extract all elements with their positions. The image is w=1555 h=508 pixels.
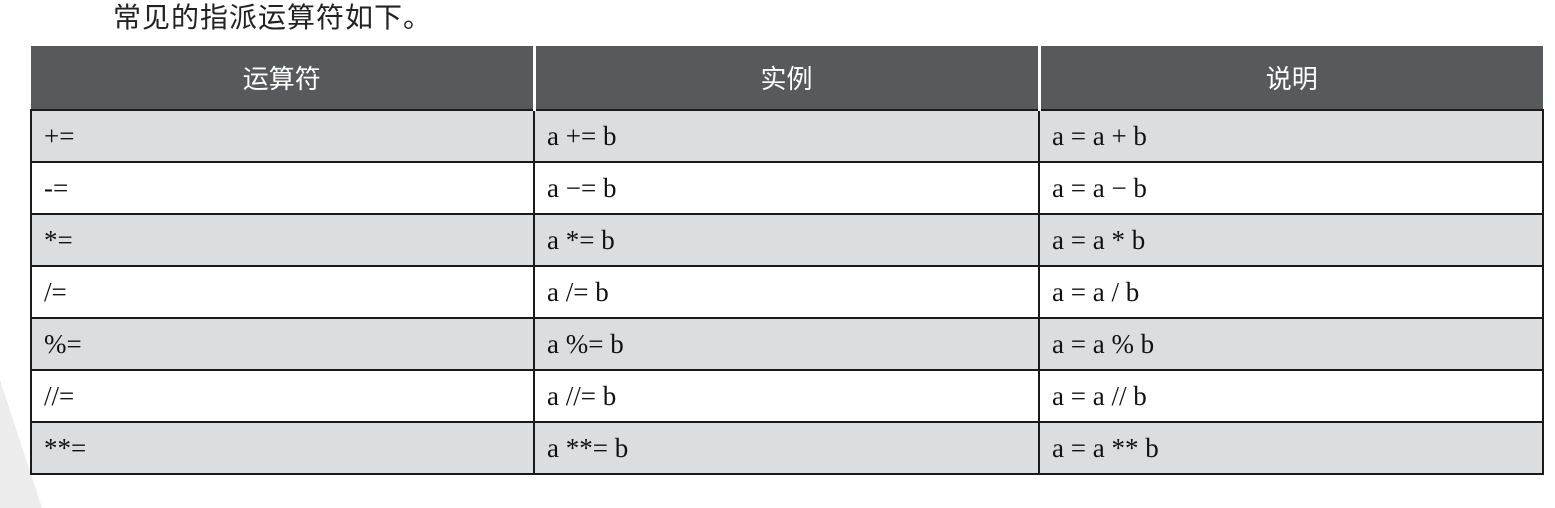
intro-text: 常见的指派运算符如下。	[113, 1, 433, 34]
table-header-row: 运算符 实例 说明	[31, 46, 1543, 110]
table-row: -= a −= b a = a − b	[30, 162, 1544, 215]
table-row: **= a **= b a = a ** b	[30, 422, 1544, 475]
header-example: 实例	[532, 46, 1039, 110]
operator-cell: %=	[30, 318, 535, 371]
example-cell: a %= b	[533, 318, 1040, 371]
example-cell: a //= b	[533, 370, 1040, 423]
meaning-cell: a = a // b	[1038, 370, 1544, 423]
table-row: *= a *= b a = a * b	[30, 214, 1544, 267]
meaning-cell: a = a / b	[1038, 266, 1544, 319]
operator-cell: +=	[30, 109, 535, 163]
meaning-cell: a = a ** b	[1038, 422, 1544, 475]
example-cell: a /= b	[533, 266, 1040, 319]
header-operator: 运算符	[31, 46, 534, 110]
operator-cell: /=	[30, 266, 535, 319]
operator-cell: //=	[30, 370, 535, 423]
example-cell: a **= b	[533, 422, 1040, 475]
table-row: //= a //= b a = a // b	[30, 370, 1544, 423]
meaning-cell: a = a − b	[1038, 162, 1544, 215]
meaning-cell: a = a + b	[1038, 109, 1544, 163]
table-row: /= a /= b a = a / b	[30, 266, 1544, 319]
example-cell: a += b	[533, 109, 1040, 163]
assignment-operators-table: 运算符 实例 说明 += a += b a = a + b -= a −= b …	[30, 46, 1544, 475]
operator-cell: **=	[30, 422, 535, 475]
meaning-cell: a = a * b	[1038, 214, 1544, 267]
table-row: += a += b a = a + b	[30, 109, 1544, 163]
example-cell: a *= b	[533, 214, 1040, 267]
table-row: %= a %= b a = a % b	[30, 318, 1544, 371]
operator-cell: -=	[30, 162, 535, 215]
meaning-cell: a = a % b	[1038, 318, 1544, 371]
header-meaning: 说明	[1037, 46, 1543, 110]
operator-cell: *=	[30, 214, 535, 267]
example-cell: a −= b	[533, 162, 1040, 215]
